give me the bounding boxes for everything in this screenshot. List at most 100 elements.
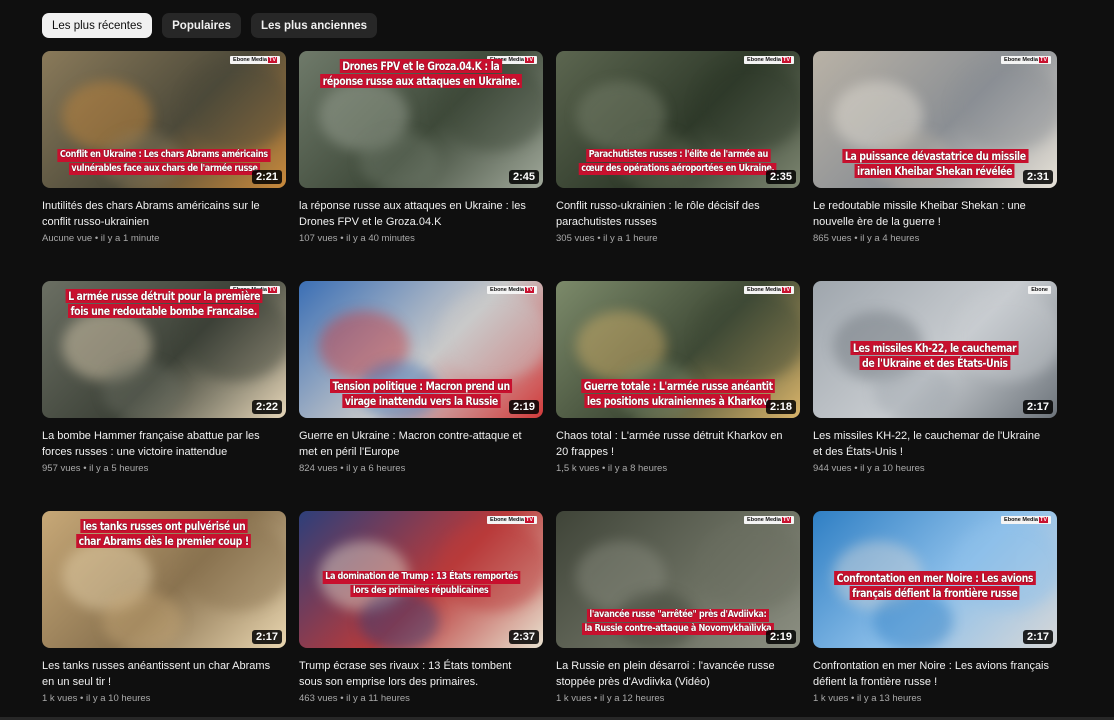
thumbnail-detail [696,61,800,151]
upload-age: il y a 1 heure [603,233,658,244]
thumbnail-caption: Guerre totale : L'armée russe anéantit le… [558,379,798,408]
video-card[interactable]: Ebone Media TV Parachutistes russes : l'él… [556,51,800,281]
video-card[interactable]: Ebone Media TV Confrontation en mer Noire … [813,511,1057,720]
filter-chip-popular[interactable]: Populaires [162,13,241,38]
thumbnail-caption-line: vulnérables face aux chars de l'armée ru… [68,162,260,175]
view-count: 957 vues [42,463,81,474]
video-metadata: Aucune vue • il y a 1 minute [42,232,286,246]
video-thumbnail[interactable]: Ebone Media TV Parachutistes russes : l'él… [556,51,800,188]
channel-watermark: Ebone MediaTV [1001,56,1051,64]
video-thumbnail[interactable]: Ebone Media TV Tension politique : Macron … [299,281,543,418]
video-thumbnail[interactable]: Ebone MediaTVL armée russe détruit pour … [42,281,286,418]
video-title[interactable]: Conflit russo-ukrainien : le rôle décisi… [556,198,800,230]
video-title[interactable]: Guerre en Ukraine : Macron contre-attaqu… [299,428,543,460]
view-count: 824 vues [299,463,338,474]
duration-badge: 2:18 [765,400,796,414]
thumbnail-caption-line: de l'Ukraine et des États-Unis [859,356,1011,370]
thumbnail-detail [439,521,543,611]
video-thumbnail[interactable]: Ebone Media TV Guerre totale : L'armée rus… [556,281,800,418]
thumbnail-detail [359,131,439,188]
video-grid: Ebone Media TV Conflit en Ukraine : Les ch… [42,51,1057,720]
duration-badge: 2:17 [1022,630,1053,644]
video-thumbnail[interactable]: Ebone Media TV Confrontation en mer Noire … [813,511,1057,648]
thumbnail-caption: L armée russe détruit pour la première fo… [44,289,284,318]
thumbnail-caption-line: Confrontation en mer Noire : Les avions [834,571,1036,585]
duration-badge: 2:31 [1022,170,1053,184]
thumbnail-caption: Les missiles Kh-22, le cauchemar de l'Ukr… [815,341,1055,370]
thumbnail-caption-line: français défient la frontière russe [849,586,1021,600]
meta-separator: • [337,693,347,704]
duration-badge: 2:45 [508,170,539,184]
video-card[interactable]: Ebone Media TV Conflit en Ukraine : Les ch… [42,51,286,281]
video-card[interactable]: Ebone MediaTVL armée russe détruit pour … [42,281,286,511]
view-count: 305 vues [556,233,595,244]
thumbnail-caption-line: La puissance dévastatrice du missile [842,149,1028,163]
upload-age: il y a 8 heures [607,463,668,474]
channel-watermark: Ebone [1028,286,1051,294]
video-card[interactable]: Ebone Media TV La puissance dévastatrice d… [813,51,1057,281]
video-card[interactable]: Ebone Les missiles Kh-22, le cauchemar de … [813,281,1057,511]
video-title[interactable]: la réponse russe aux attaques en Ukraine… [299,198,543,230]
thumbnail-caption-line: cœur des opérations aéroportées en Ukrai… [579,162,777,175]
thumbnail-detail [696,521,800,611]
filter-chip-oldest[interactable]: Les plus anciennes [250,13,378,38]
thumbnail-caption-line: iranien Kheibar Shekan révélée [854,164,1016,178]
video-title[interactable]: Inutilités des chars Abrams américains s… [42,198,286,230]
video-thumbnail[interactable]: Ebone Media TV Conflit en Ukraine : Les ch… [42,51,286,188]
video-title[interactable]: La Russie en plein désarroi : l'avancée … [556,658,800,690]
thumbnail-caption: l'avancée russe "arrêtée" près d'Avdiivk… [558,609,798,635]
video-card[interactable]: Ebone Media TV Guerre totale : L'armée rus… [556,281,800,511]
channel-watermark: Ebone MediaTV [1001,516,1051,524]
upload-age: il y a 1 minute [100,233,160,244]
video-card[interactable]: Ebone Media TV Tension politique : Macron … [299,281,543,511]
meta-separator: • [591,693,600,704]
video-title[interactable]: Trump écrase ses rivaux : 13 États tombe… [299,658,543,690]
thumbnail-detail [182,61,286,151]
meta-separator: • [77,693,86,704]
video-metadata: 463 vues • il y a 11 heures [299,692,543,706]
channel-watermark: Ebone MediaTV [487,286,537,294]
thumbnail-detail [439,291,543,381]
thumbnail-detail [359,591,439,648]
video-metadata: 1 k vues • il y a 10 heures [42,692,286,706]
thumbnail-caption-line: Tension politique : Macron prend un [329,379,513,393]
video-thumbnail[interactable]: Ebone Media TV La puissance dévastatrice d… [813,51,1057,188]
upload-age: il y a 10 heures [86,693,151,704]
video-card[interactable]: les tanks russes ont pulvérisé un char Ab… [42,511,286,720]
meta-separator: • [851,463,861,474]
thumbnail-caption-line: les tanks russes ont pulvérisé un [80,519,248,533]
view-count: 463 vues [299,693,338,704]
thumbnail-detail [102,591,182,648]
thumbnail-caption-line: Parachutistes russes : l'élite de l'armé… [585,149,771,162]
thumbnail-caption-line: l'avancée russe "arrêtée" près d'Avdiivk… [587,609,769,622]
duration-badge: 2:22 [251,400,282,414]
video-title[interactable]: Les missiles KH-22, le cauchemar de l'Uk… [813,428,1057,460]
meta-separator: • [80,463,90,474]
video-thumbnail[interactable]: Ebone Media TV La domination de Trump : 13… [299,511,543,648]
video-title[interactable]: Le redoutable missile Kheibar Shekan : u… [813,198,1057,230]
video-title[interactable]: Chaos total : L'armée russe détruit Khar… [556,428,800,460]
video-thumbnail[interactable]: Ebone Media TV Drones FPV et le Groza.04.K… [299,51,543,188]
video-metadata: 865 vues • il y a 4 heures [813,232,1057,246]
video-title[interactable]: Confrontation en mer Noire : Les avions … [813,658,1057,690]
thumbnail-caption: Parachutistes russes : l'élite de l'armé… [558,149,798,175]
video-thumbnail[interactable]: Ebone Les missiles Kh-22, le cauchemar de … [813,281,1057,418]
video-title[interactable]: La bombe Hammer française abattue par le… [42,428,286,460]
video-thumbnail[interactable]: Ebone Media TV l'avancée russe "arrêtée" p… [556,511,800,648]
thumbnail-caption: les tanks russes ont pulvérisé un char Ab… [44,519,284,548]
thumbnail-caption-line: Les missiles Kh-22, le cauchemar [850,341,1020,355]
filter-chip-recent[interactable]: Les plus récentes [42,13,153,38]
duration-badge: 2:17 [1022,400,1053,414]
upload-age: il y a 10 heures [860,463,925,474]
video-card[interactable]: Ebone Media TV La domination de Trump : 13… [299,511,543,720]
video-metadata: 944 vues • il y a 10 heures [813,462,1057,476]
duration-badge: 2:37 [508,630,539,644]
view-count: 1 k vues [813,693,849,704]
video-thumbnail[interactable]: les tanks russes ont pulvérisé un char Ab… [42,511,286,648]
video-card[interactable]: Ebone Media TV l'avancée russe "arrêtée" p… [556,511,800,720]
thumbnail-caption-line: char Abrams dès le premier coup ! [76,534,252,548]
video-title[interactable]: Les tanks russes anéantissent un char Ab… [42,658,286,690]
upload-age: il y a 12 heures [600,693,665,704]
channel-watermark: Ebone MediaTV [487,516,537,524]
video-card[interactable]: Ebone Media TV Drones FPV et le Groza.04.K… [299,51,543,281]
